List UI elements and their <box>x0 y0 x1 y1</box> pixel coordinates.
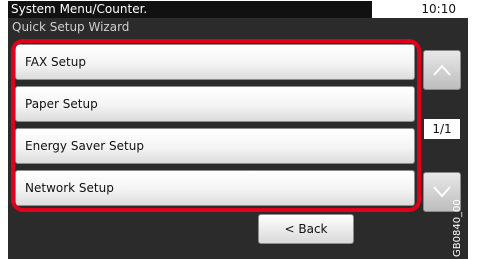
figure-reference-code: GB0840_00 <box>452 199 463 257</box>
chevron-down-icon <box>433 186 451 198</box>
page-indicator: 1/1 <box>424 119 460 139</box>
clock: 10:10 <box>421 2 456 16</box>
paper-setup-button[interactable]: Paper Setup <box>15 86 415 122</box>
panel-subtitle: Quick Setup Wizard <box>12 20 130 34</box>
status-bar: System Menu/Counter. 10:10 <box>8 0 468 18</box>
network-setup-button[interactable]: Network Setup <box>15 170 415 206</box>
back-button[interactable]: < Back <box>258 214 354 244</box>
fax-setup-button[interactable]: FAX Setup <box>15 44 415 80</box>
chevron-up-icon <box>433 64 451 76</box>
scroll-up-button[interactable] <box>423 50 461 90</box>
screen-title: System Menu/Counter. <box>8 1 372 18</box>
energy-saver-setup-button[interactable]: Energy Saver Setup <box>15 128 415 164</box>
